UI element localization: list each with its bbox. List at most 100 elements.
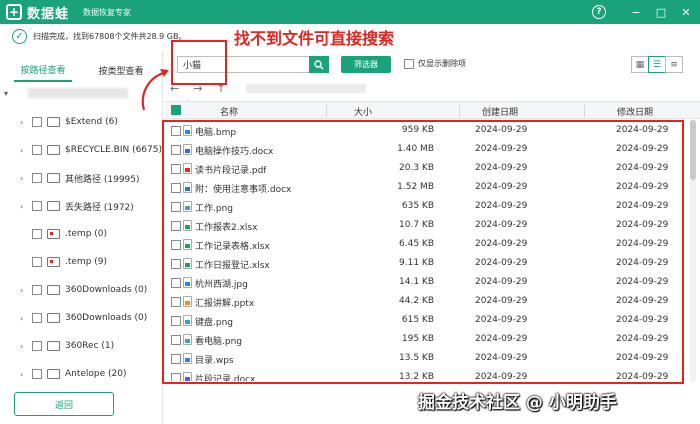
- search-input[interactable]: 小猫: [178, 58, 309, 71]
- checkbox[interactable]: [32, 145, 42, 155]
- table-row[interactable]: 键盘.png 615 KB 2024-09-29 2024-09-29: [164, 312, 689, 331]
- table-row[interactable]: 目录.wps 13.5 KB 2024-09-29 2024-09-29: [164, 350, 689, 369]
- current-path-redacted: [245, 83, 366, 93]
- chevron-right-icon[interactable]: ›: [20, 174, 30, 183]
- row-checkbox[interactable]: [171, 202, 181, 212]
- table-row[interactable]: 附：使用注意事项.docx 1.52 MB 2024-09-29 2024-09-29: [164, 179, 689, 198]
- table-row[interactable]: 电脑操作技巧.docx 1.40 MB 2024-09-29 2024-09-29: [164, 141, 689, 160]
- path-navigation: ← → ↑: [170, 80, 380, 96]
- row-checkbox[interactable]: [171, 373, 181, 381]
- detail-view-icon[interactable]: ≡: [665, 56, 683, 73]
- file-size: 6.45 KB: [399, 239, 434, 249]
- vertical-scrollbar[interactable]: [690, 120, 696, 382]
- tree-item[interactable]: .temp (9): [20, 254, 107, 270]
- chevron-down-icon[interactable]: ▾: [4, 89, 14, 98]
- row-checkbox[interactable]: [171, 354, 181, 364]
- checkbox[interactable]: [32, 201, 42, 211]
- row-checkbox[interactable]: [171, 278, 181, 288]
- table-row[interactable]: 看电脑.png 195 KB 2024-09-29 2024-09-29: [164, 331, 689, 350]
- scrollbar-thumb[interactable]: [690, 120, 696, 180]
- row-checkbox[interactable]: [171, 145, 181, 155]
- tree-item[interactable]: › 360Downloads (0): [20, 310, 147, 326]
- checkbox[interactable]: [32, 117, 42, 127]
- pdf-file-icon: [183, 163, 192, 174]
- chevron-right-icon[interactable]: ›: [20, 370, 30, 379]
- only-deleted-toggle[interactable]: 仅显示删除项: [404, 58, 466, 69]
- minimize-icon[interactable]: −: [627, 3, 645, 21]
- help-icon[interactable]: ?: [592, 5, 606, 19]
- column-header-size[interactable]: 大小: [354, 105, 372, 118]
- tree-item[interactable]: › 360Rec (1): [20, 338, 114, 354]
- table-row[interactable]: 汇报讲解.pptx 44.2 KB 2024-09-29 2024-09-29: [164, 293, 689, 312]
- table-row[interactable]: 工作记录表格.xlsx 6.45 KB 2024-09-29 2024-09-29: [164, 236, 689, 255]
- filter-button[interactable]: 筛选器: [341, 56, 391, 73]
- up-arrow-icon[interactable]: ↑: [216, 82, 225, 95]
- file-size: 635 KB: [401, 201, 434, 211]
- app-name: 数据蛙: [27, 6, 70, 22]
- checkbox[interactable]: [32, 257, 42, 267]
- table-row[interactable]: 读书片段记录.pdf 20.3 KB 2024-09-29 2024-09-29: [164, 160, 689, 179]
- folder-icon: [47, 201, 60, 211]
- file-size: 1.52 MB: [397, 182, 434, 192]
- tab-by-path[interactable]: 按路径查看: [14, 58, 72, 82]
- chevron-right-icon[interactable]: ›: [20, 146, 30, 155]
- checkbox[interactable]: [32, 229, 42, 239]
- image-file-icon: [183, 201, 192, 212]
- created-date: 2024-09-29: [475, 239, 528, 249]
- row-checkbox[interactable]: [171, 316, 181, 326]
- row-checkbox[interactable]: [171, 259, 181, 269]
- row-checkbox[interactable]: [171, 240, 181, 250]
- table-row[interactable]: 工作日报登记.xlsx 9.11 KB 2024-09-29 2024-09-29: [164, 255, 689, 274]
- file-size: 1.40 MB: [397, 144, 434, 154]
- tree-item[interactable]: .temp (0): [20, 226, 107, 242]
- row-checkbox[interactable]: [171, 297, 181, 307]
- checkbox[interactable]: [32, 369, 42, 379]
- table-row[interactable]: 片段记录.docx 13.2 KB 2024-09-29 2024-09-29: [164, 369, 689, 381]
- table-row[interactable]: 工作报表2.xlsx 10.7 KB 2024-09-29 2024-09-29: [164, 217, 689, 236]
- search-button[interactable]: [309, 56, 329, 73]
- table-row[interactable]: 杭州西湖.jpg 14.1 KB 2024-09-29 2024-09-29: [164, 274, 689, 293]
- row-checkbox[interactable]: [171, 221, 181, 231]
- forward-arrow-icon[interactable]: →: [193, 82, 202, 95]
- chevron-right-icon[interactable]: ›: [20, 314, 30, 323]
- list-view-icon[interactable]: ☰: [648, 56, 666, 73]
- back-button[interactable]: 返回: [14, 392, 114, 416]
- tree-item[interactable]: › 360Downloads (0): [20, 282, 147, 298]
- watermark-text: 掘金技术社区 @ 小明助手: [418, 393, 617, 413]
- created-date: 2024-09-29: [475, 201, 528, 211]
- tree-item[interactable]: › $Extend (6): [20, 114, 118, 130]
- table-row[interactable]: 电脑.bmp 959 KB 2024-09-29 2024-09-29: [164, 122, 689, 141]
- only-deleted-checkbox[interactable]: [404, 58, 414, 69]
- table-header: 名称 大小 创建日期 修改日期: [164, 101, 700, 119]
- column-header-name[interactable]: 名称: [220, 105, 238, 118]
- checkbox[interactable]: [32, 285, 42, 295]
- chevron-right-icon[interactable]: ›: [20, 286, 30, 295]
- chevron-right-icon[interactable]: ›: [20, 202, 30, 211]
- row-checkbox[interactable]: [171, 126, 181, 136]
- maximize-icon[interactable]: □: [652, 3, 670, 21]
- tree-item[interactable]: › 丢失路径 (1972): [20, 198, 134, 214]
- grid-view-icon[interactable]: ▦: [631, 56, 649, 73]
- tree-item[interactable]: › $RECYCLE.BIN (6675): [20, 142, 162, 158]
- created-date: 2024-09-29: [475, 296, 528, 306]
- tree-item-label: .temp (0): [65, 229, 108, 239]
- column-header-modified[interactable]: 修改日期: [617, 105, 653, 118]
- checkbox[interactable]: [32, 341, 42, 351]
- column-header-created[interactable]: 创建日期: [482, 105, 518, 118]
- table-row[interactable]: 工作.png 635 KB 2024-09-29 2024-09-29: [164, 198, 689, 217]
- search-box[interactable]: 小猫: [177, 56, 329, 73]
- row-checkbox[interactable]: [171, 335, 181, 345]
- created-date: 2024-09-29: [475, 163, 528, 173]
- checkbox[interactable]: [32, 313, 42, 323]
- file-name: 附：使用注意事项.docx: [195, 185, 292, 195]
- file-size: 14.1 KB: [399, 277, 434, 287]
- close-icon[interactable]: ✕: [677, 3, 695, 21]
- tree-item[interactable]: › Antelope (20): [20, 366, 127, 382]
- checkbox[interactable]: [32, 173, 42, 183]
- modified-date: 2024-09-29: [616, 125, 669, 135]
- chevron-right-icon[interactable]: ›: [20, 118, 30, 127]
- row-checkbox[interactable]: [171, 164, 181, 174]
- row-checkbox[interactable]: [171, 183, 181, 193]
- chevron-right-icon[interactable]: ›: [20, 342, 30, 351]
- tree-item[interactable]: › 其他路径 (19995): [20, 170, 140, 186]
